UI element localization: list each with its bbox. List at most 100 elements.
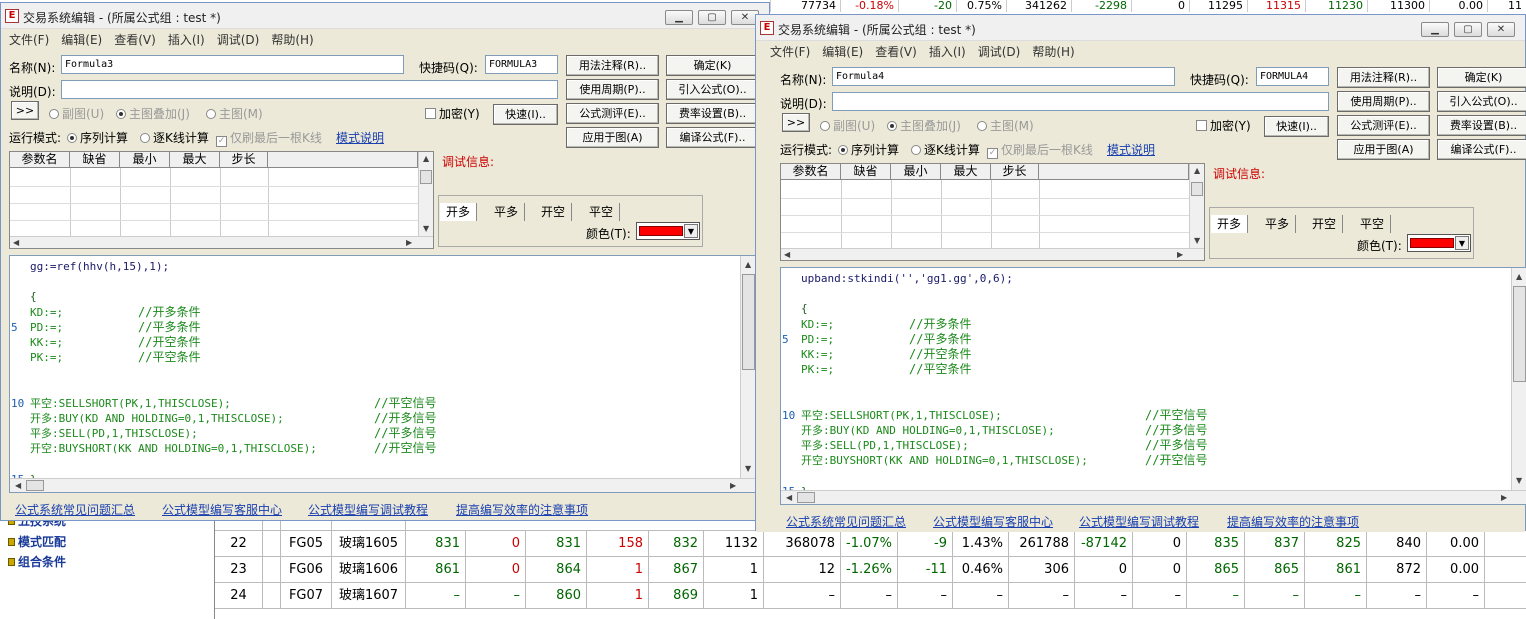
menu-item[interactable]: 文件(F): [9, 31, 49, 48]
scroll-thumb[interactable]: [1513, 286, 1526, 382]
tab-signal[interactable]: 平空: [1354, 215, 1392, 233]
close-button[interactable]: ✕: [1487, 22, 1515, 37]
tab-signal[interactable]: 开空: [1306, 215, 1344, 233]
import-formula-button[interactable]: 引入公式(O)..: [1437, 91, 1526, 112]
compile-formula-button[interactable]: 编译公式(F)..: [1437, 139, 1526, 160]
compile-formula-button[interactable]: 编译公式(F)..: [666, 127, 759, 148]
radio-sub[interactable]: 副图(U): [820, 117, 875, 134]
radio-mode-seq[interactable]: 序列计算: [838, 141, 899, 158]
tab-signal[interactable]: 平空: [583, 203, 621, 221]
apply-chart-button[interactable]: 应用于图(A): [566, 127, 659, 148]
name-input[interactable]: Formula4: [832, 67, 1175, 86]
editor-vscroll[interactable]: ▲ ▼: [740, 256, 756, 478]
editor-hscroll[interactable]: ◀ ▶: [781, 490, 1526, 504]
quick-button[interactable]: 快速(I)..: [1264, 116, 1329, 137]
help-link[interactable]: 公式模型编写调试教程: [308, 501, 428, 518]
code-editor[interactable]: 51015upband:stkindi('','gg1.gg',0,6);{KD…: [780, 267, 1526, 505]
checkbox-mode-last[interactable]: ✓ 仅刷最后一根K线: [987, 141, 1093, 159]
radio-mode-kline[interactable]: 逐K线计算: [140, 129, 209, 146]
title-bar[interactable]: E 交易系统编辑 - (所属公式组 : test *) ▁ ▢ ✕: [756, 15, 1525, 41]
expand-button[interactable]: >>: [782, 113, 810, 132]
scroll-thumb[interactable]: [1191, 182, 1203, 196]
editor-hscroll[interactable]: ◀ ▶: [10, 478, 756, 492]
param-vscroll[interactable]: ▲ ▼: [418, 152, 433, 236]
encrypt-checkbox[interactable]: 加密(Y): [425, 105, 480, 122]
mode-help-link[interactable]: 模式说明: [336, 129, 384, 146]
color-picker[interactable]: ▼: [1407, 234, 1471, 252]
fee-settings-button[interactable]: 费率设置(B)..: [1437, 115, 1526, 136]
radio-main[interactable]: 主图(M): [977, 117, 1034, 134]
import-formula-button[interactable]: 引入公式(O)..: [666, 79, 759, 100]
table-row[interactable]: 24 FG07 玻璃1607– –860 1 869 1– – – – – – – – – – – –: [215, 583, 1526, 609]
help-link[interactable]: 公式系统常见问题汇总: [15, 501, 135, 518]
tab-signal[interactable]: 平多: [1259, 215, 1297, 233]
param-hscroll[interactable]: ◀ ▶: [10, 236, 433, 248]
maximize-button[interactable]: ▢: [698, 10, 726, 25]
menu-item[interactable]: 查看(V): [114, 31, 156, 48]
period-button[interactable]: 使用周期(P)..: [566, 79, 659, 100]
formula-test-button[interactable]: 公式测评(E)..: [1337, 115, 1430, 136]
radio-main[interactable]: 主图(M): [206, 105, 263, 122]
scroll-thumb[interactable]: [742, 274, 755, 370]
editor-vscroll[interactable]: ▲ ▼: [1511, 268, 1526, 490]
tab-signal[interactable]: 平多: [488, 203, 526, 221]
param-hscroll[interactable]: ◀ ▶: [781, 248, 1204, 260]
apply-chart-button[interactable]: 应用于图(A): [1337, 139, 1430, 160]
radio-sub[interactable]: 副图(U): [49, 105, 104, 122]
hotkey-input[interactable]: FORMULA4: [1256, 67, 1329, 86]
menu-item[interactable]: 帮助(H): [271, 31, 313, 48]
nav-item-pattern[interactable]: 模式匹配: [8, 533, 66, 550]
tab-signal[interactable]: 开多: [440, 203, 478, 221]
ok-button[interactable]: 确定(K): [666, 55, 759, 76]
menu-item[interactable]: 查看(V): [875, 43, 917, 60]
help-link[interactable]: 公式模型编写客服中心: [933, 513, 1053, 530]
help-link[interactable]: 公式系统常见问题汇总: [786, 513, 906, 530]
mode-help-link[interactable]: 模式说明: [1107, 141, 1155, 158]
quick-button[interactable]: 快速(I)..: [493, 104, 558, 125]
encrypt-checkbox[interactable]: 加密(Y): [1196, 117, 1251, 134]
period-button[interactable]: 使用周期(P)..: [1337, 91, 1430, 112]
desc-input[interactable]: [832, 92, 1329, 111]
radio-overlay[interactable]: 主图叠加(J): [116, 105, 190, 122]
menu-item[interactable]: 插入(I): [168, 31, 205, 48]
help-link[interactable]: 提高编写效率的注意事项: [456, 501, 588, 518]
table-row[interactable]: 23 FG06 玻璃1606 861 0 864 1 867 1 12 -1.26% -11 0.46%…: [215, 557, 1526, 583]
menu-item[interactable]: 编辑(E): [61, 31, 102, 48]
menu-item[interactable]: 文件(F): [770, 43, 810, 60]
nav-item-combo[interactable]: 组合条件: [8, 553, 66, 570]
help-link[interactable]: 提高编写效率的注意事项: [1227, 513, 1359, 530]
color-picker[interactable]: ▼: [636, 222, 700, 240]
usage-notes-button[interactable]: 用法注释(R)..: [566, 55, 659, 76]
tab-signal[interactable]: 开多: [1211, 215, 1249, 233]
radio-mode-kline[interactable]: 逐K线计算: [911, 141, 980, 158]
param-vscroll[interactable]: ▲ ▼: [1189, 164, 1204, 248]
code-editor[interactable]: 51015gg:=ref(hhv(h,15),1);{KD:=;//开多条件PD…: [9, 255, 757, 493]
checkbox-mode-last[interactable]: ✓ 仅刷最后一根K线: [216, 129, 322, 147]
radio-mode-seq[interactable]: 序列计算: [67, 129, 128, 146]
minimize-button[interactable]: ▁: [1421, 22, 1449, 37]
menu-item[interactable]: 帮助(H): [1032, 43, 1074, 60]
scroll-thumb[interactable]: [26, 480, 44, 491]
menu-item[interactable]: 插入(I): [929, 43, 966, 60]
formula-test-button[interactable]: 公式测评(E)..: [566, 103, 659, 124]
expand-button[interactable]: >>: [11, 101, 39, 120]
desc-input[interactable]: [61, 80, 558, 99]
radio-overlay[interactable]: 主图叠加(J): [887, 117, 961, 134]
tab-signal[interactable]: 开空: [535, 203, 573, 221]
menu-item[interactable]: 调试(D): [217, 31, 260, 48]
usage-notes-button[interactable]: 用法注释(R)..: [1337, 67, 1430, 88]
minimize-button[interactable]: ▁: [665, 10, 693, 25]
hotkey-input[interactable]: FORMULA3: [485, 55, 558, 74]
scroll-thumb[interactable]: [420, 170, 432, 184]
help-link[interactable]: 公式模型编写客服中心: [162, 501, 282, 518]
menu-item[interactable]: 编辑(E): [822, 43, 863, 60]
name-input[interactable]: Formula3: [61, 55, 404, 74]
title-bar[interactable]: E 交易系统编辑 - (所属公式组 : test *) ▁ ▢ ✕: [1, 3, 769, 29]
scroll-thumb[interactable]: [797, 492, 815, 503]
menu-item[interactable]: 调试(D): [978, 43, 1021, 60]
help-link[interactable]: 公式模型编写调试教程: [1079, 513, 1199, 530]
ok-button[interactable]: 确定(K): [1437, 67, 1526, 88]
fee-settings-button[interactable]: 费率设置(B)..: [666, 103, 759, 124]
table-row[interactable]: 22 FG05 玻璃1605 831 0 831 158 832 1132 368078 -1.07…: [215, 531, 1526, 557]
maximize-button[interactable]: ▢: [1454, 22, 1482, 37]
